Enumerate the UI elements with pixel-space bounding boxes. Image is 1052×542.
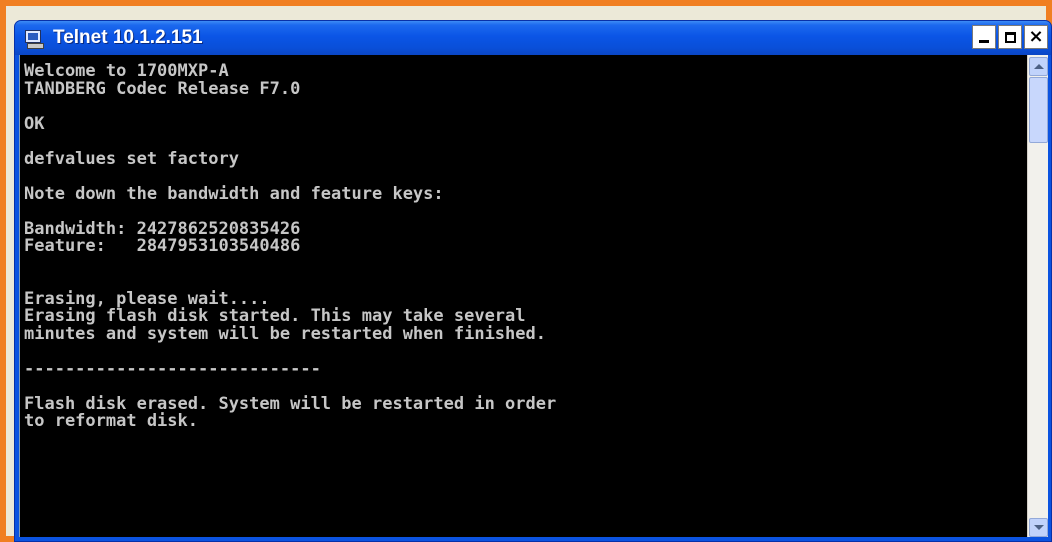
scroll-thumb[interactable] (1029, 77, 1048, 143)
telnet-computer-icon[interactable] (23, 27, 45, 49)
window-bottom-border (15, 537, 1051, 541)
console-line: Note down the bandwidth and feature keys… (24, 183, 444, 204)
scroll-down-arrow-icon (1033, 525, 1044, 530)
maximize-button[interactable] (998, 25, 1022, 49)
console-line: minutes and system will be restarted whe… (24, 323, 546, 344)
console-line: ----------------------------- (24, 358, 321, 379)
title-bar[interactable]: Telnet 10.1.2.151 × (15, 21, 1051, 55)
minimize-button[interactable] (972, 25, 996, 49)
scroll-down-button[interactable] (1029, 518, 1048, 537)
vertical-scrollbar[interactable] (1027, 55, 1048, 539)
minimize-icon (979, 40, 989, 43)
scroll-up-button[interactable] (1029, 57, 1048, 76)
screenshot-frame: Telnet 10.1.2.151 × Welcome to 1700MXP-A… (0, 0, 1052, 542)
window-title: Telnet 10.1.2.151 (53, 27, 203, 48)
scroll-up-arrow-icon (1033, 64, 1044, 69)
window-controls: × (972, 25, 1048, 49)
close-button[interactable]: × (1024, 25, 1048, 49)
close-icon: × (1028, 26, 1044, 47)
console-line: OK (24, 113, 45, 134)
console-line: Feature: 2847953103540486 (24, 236, 301, 256)
console-line: TANDBERG Codec Release F7.0 (24, 78, 301, 99)
console-output[interactable]: Welcome to 1700MXP-A TANDBERG Codec Rele… (19, 55, 1027, 539)
maximize-icon (1004, 31, 1016, 43)
console-text: Welcome to 1700MXP-A TANDBERG Codec Rele… (20, 55, 1027, 431)
console-line: defvalues set factory (24, 148, 239, 169)
telnet-window: Telnet 10.1.2.151 × Welcome to 1700MXP-A… (14, 20, 1052, 542)
console-line: to reformat disk. (24, 411, 198, 431)
